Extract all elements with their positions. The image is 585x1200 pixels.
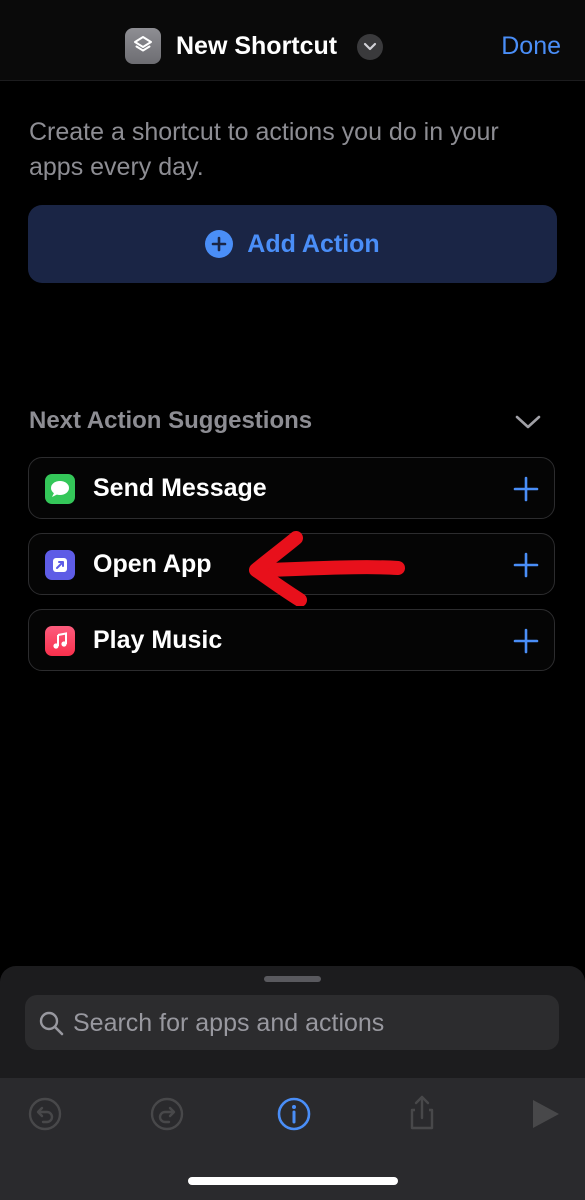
suggestion-label: Open App <box>93 550 212 578</box>
search-icon <box>39 1011 64 1036</box>
play-icon[interactable] <box>525 1094 565 1134</box>
undo-icon[interactable] <box>25 1094 65 1134</box>
suggestion-label: Send Message <box>93 474 267 502</box>
add-suggestion-plus-icon[interactable] <box>512 551 540 579</box>
chevron-down-icon <box>363 42 377 51</box>
title-menu-button[interactable] <box>357 34 383 60</box>
info-icon[interactable] <box>274 1094 314 1134</box>
shortcuts-app-icon[interactable] <box>125 28 161 64</box>
sheet-grabber-handle[interactable] <box>264 976 321 982</box>
music-icon <box>45 626 75 656</box>
redo-icon[interactable] <box>147 1094 187 1134</box>
add-action-label: Add Action <box>247 229 380 258</box>
home-indicator <box>188 1177 398 1185</box>
add-suggestion-plus-icon[interactable] <box>512 627 540 655</box>
suggestion-open-app[interactable]: Open App <box>28 533 555 595</box>
suggestions-header: Next Action Suggestions <box>29 407 313 434</box>
add-action-button[interactable]: Add Action <box>28 205 557 283</box>
search-placeholder: Search for apps and actions <box>73 1009 385 1037</box>
collapse-chevron-icon[interactable] <box>514 410 542 434</box>
share-icon[interactable] <box>402 1094 442 1134</box>
intro-text: Create a shortcut to actions you do in y… <box>29 118 499 181</box>
suggestion-label: Play Music <box>93 626 223 654</box>
add-suggestion-plus-icon[interactable] <box>512 475 540 503</box>
action-search-sheet: Search for apps and actions <box>0 966 585 1200</box>
done-button[interactable]: Done <box>501 30 561 62</box>
nav-bar: New Shortcut Done <box>0 0 585 81</box>
suggestion-play-music[interactable]: Play Music <box>28 609 555 671</box>
search-field[interactable]: Search for apps and actions <box>25 995 559 1050</box>
plus-circle-icon <box>205 230 234 258</box>
shortcut-title[interactable]: New Shortcut <box>176 30 337 62</box>
open-app-icon <box>45 550 75 580</box>
messages-icon <box>45 474 75 504</box>
suggestion-send-message[interactable]: Send Message <box>28 457 555 519</box>
shortcuts-layers-icon <box>134 36 152 52</box>
